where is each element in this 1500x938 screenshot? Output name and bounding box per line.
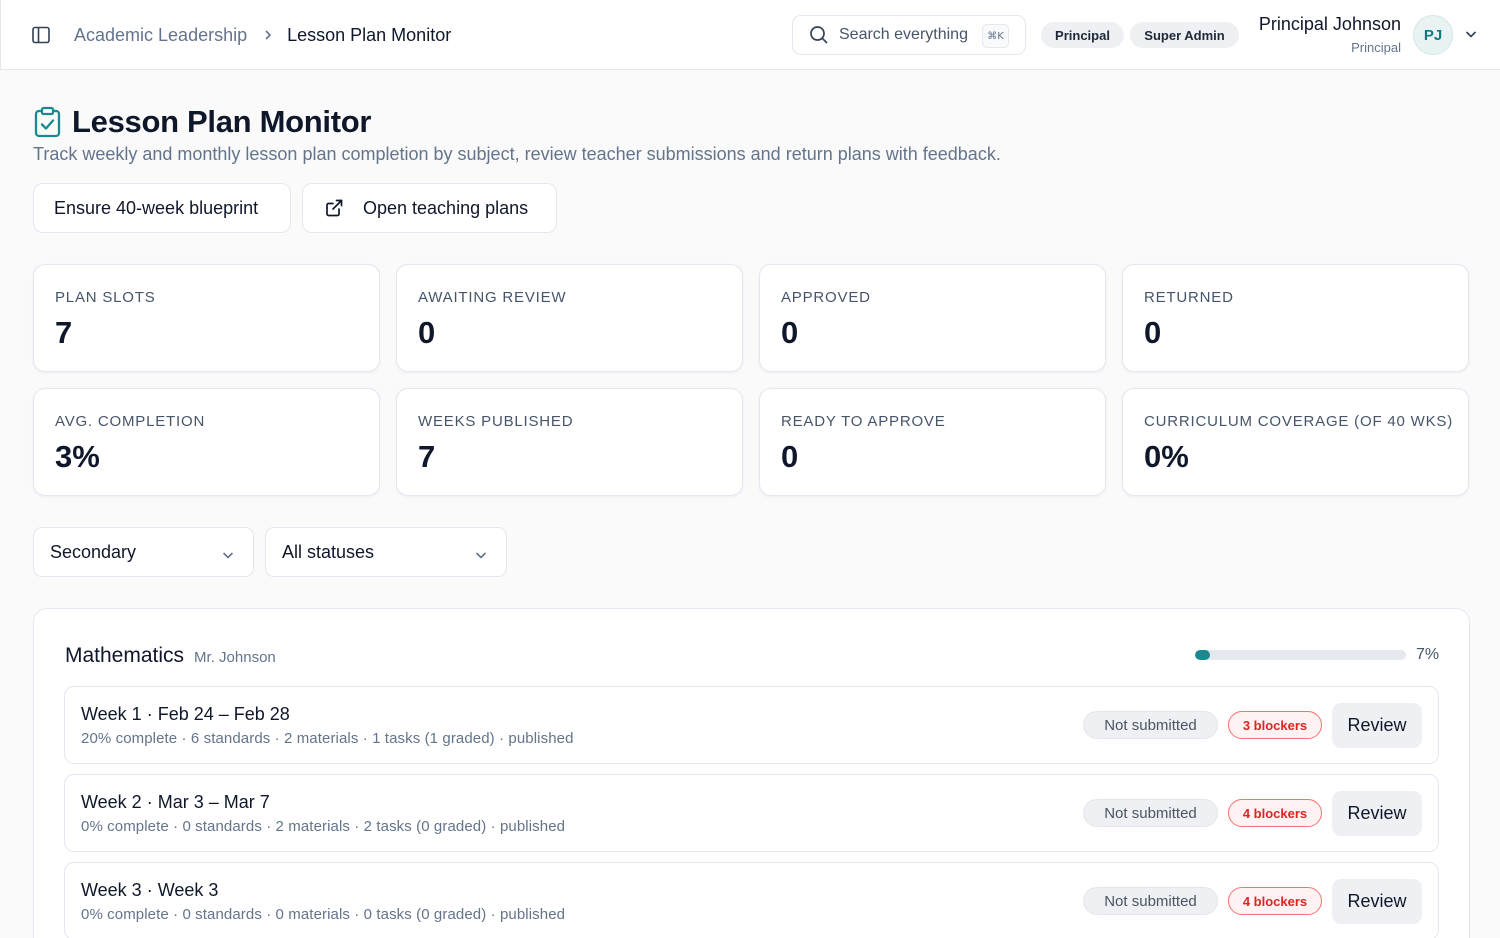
week-meta: 0% complete · 0 standards · 2 materials …: [81, 818, 566, 835]
chevron-down-icon: [474, 546, 488, 567]
week-row[interactable]: Week 1 · Feb 24 – Feb 28 20% complete · …: [64, 686, 1439, 764]
week-title: Week 1 · Feb 24 – Feb 28: [81, 704, 290, 724]
stat-card-curriculum-coverage: CURRICULUM COVERAGE (OF 40 WKS) 0%: [1122, 388, 1469, 496]
ensure-blueprint-label: Ensure 40-week blueprint: [54, 197, 259, 218]
page-description: Track weekly and monthly lesson plan com…: [33, 144, 1001, 164]
subject-progress-label: 7%: [1416, 646, 1440, 663]
external-link-icon: [324, 198, 344, 218]
status-select[interactable]: All statuses: [265, 527, 507, 577]
open-teaching-plans-label: Open teaching plans: [363, 197, 529, 218]
status-select-value: All statuses: [282, 541, 375, 562]
role-badge-principal: Principal: [1041, 22, 1124, 48]
stat-value: 7: [418, 439, 436, 474]
user-role: Principal: [1351, 40, 1401, 55]
stat-label: READY TO APPROVE: [781, 413, 946, 430]
chevron-down-icon[interactable]: [1464, 27, 1478, 46]
stat-value: 0: [781, 439, 799, 474]
week-row[interactable]: Week 3 · Week 3 0% complete · 0 standard…: [64, 862, 1439, 938]
stat-label: AWAITING REVIEW: [418, 289, 567, 306]
open-teaching-plans-button[interactable]: Open teaching plans: [302, 183, 557, 233]
sidebar-toggle-icon[interactable]: [29, 23, 53, 47]
stat-card-returned: RETURNED 0: [1122, 264, 1469, 372]
search-icon: [809, 25, 829, 45]
ensure-blueprint-button[interactable]: Ensure 40-week blueprint: [33, 183, 291, 233]
week-title: Week 3 · Week 3: [81, 880, 219, 900]
stat-label: RETURNED: [1144, 289, 1234, 306]
level-select[interactable]: Secondary: [33, 527, 254, 577]
blockers-badge: 4 blockers: [1228, 887, 1322, 915]
subject-teacher: Mr. Johnson: [194, 649, 276, 666]
stat-card-avg-completion: AVG. COMPLETION 3%: [33, 388, 380, 496]
stat-label: WEEKS PUBLISHED: [418, 413, 574, 430]
status-badge: Not submitted: [1083, 711, 1218, 739]
status-badge: Not submitted: [1083, 887, 1218, 915]
week-meta: 20% complete · 6 standards · 2 materials…: [81, 730, 574, 747]
chevron-right-icon: [263, 29, 273, 41]
blockers-badge: 4 blockers: [1228, 799, 1322, 827]
stat-card-awaiting-review: AWAITING REVIEW 0: [396, 264, 743, 372]
week-row[interactable]: Week 2 · Mar 3 – Mar 7 0% complete · 0 s…: [64, 774, 1439, 852]
stat-label: APPROVED: [781, 289, 871, 306]
stat-value: 0: [1144, 315, 1162, 350]
breadcrumb-current: Lesson Plan Monitor: [287, 24, 452, 45]
stat-value: 0: [781, 315, 799, 350]
stat-card-ready-to-approve: READY TO APPROVE 0: [759, 388, 1106, 496]
page-header: Lesson Plan Monitor: [33, 104, 371, 140]
status-badge: Not submitted: [1083, 799, 1218, 827]
breadcrumb: Academic Leadership Lesson Plan Monitor: [74, 22, 451, 48]
subject-header: Mathematics Mr. Johnson: [65, 644, 276, 668]
top-bar: Academic Leadership Lesson Plan Monitor …: [0, 0, 1500, 70]
avatar[interactable]: PJ: [1413, 15, 1453, 55]
level-select-value: Secondary: [50, 541, 137, 562]
user-name: Principal Johnson: [1258, 14, 1401, 34]
search-label: Search everything: [839, 26, 968, 43]
week-meta: 0% complete · 0 standards · 0 materials …: [81, 906, 566, 923]
blockers-badge: 3 blockers: [1228, 711, 1322, 739]
subject-name: Mathematics: [65, 644, 185, 667]
subject-progress-fill: [1195, 650, 1210, 660]
subject-progress-bar: [1195, 650, 1406, 660]
review-button[interactable]: Review: [1332, 703, 1422, 748]
stat-value: 7: [55, 315, 73, 350]
stat-label: CURRICULUM COVERAGE (OF 40 WKS): [1144, 413, 1453, 430]
stat-label: PLAN SLOTS: [55, 289, 156, 306]
breadcrumb-parent[interactable]: Academic Leadership: [74, 25, 247, 46]
stat-card-plan-slots: PLAN SLOTS 7: [33, 264, 380, 372]
role-badge-super-admin: Super Admin: [1130, 22, 1239, 48]
stat-card-approved: APPROVED 0: [759, 264, 1106, 372]
stat-value: 3%: [55, 439, 100, 474]
subject-card: Mathematics Mr. Johnson 7% Week 1 · Feb …: [33, 608, 1470, 938]
search-button[interactable]: Search everything ⌘K: [792, 15, 1026, 55]
page-title: Lesson Plan Monitor: [72, 104, 372, 139]
review-button[interactable]: Review: [1332, 879, 1422, 924]
stat-card-weeks-published: WEEKS PUBLISHED 7: [396, 388, 743, 496]
week-title: Week 2 · Mar 3 – Mar 7: [81, 792, 270, 812]
review-button[interactable]: Review: [1332, 791, 1422, 836]
stat-value: 0%: [1144, 439, 1189, 474]
stat-label: AVG. COMPLETION: [55, 413, 206, 430]
stat-value: 0: [418, 315, 436, 350]
chevron-down-icon: [221, 546, 235, 567]
search-shortcut: ⌘K: [982, 24, 1009, 48]
clipboard-check-icon: [33, 106, 62, 138]
